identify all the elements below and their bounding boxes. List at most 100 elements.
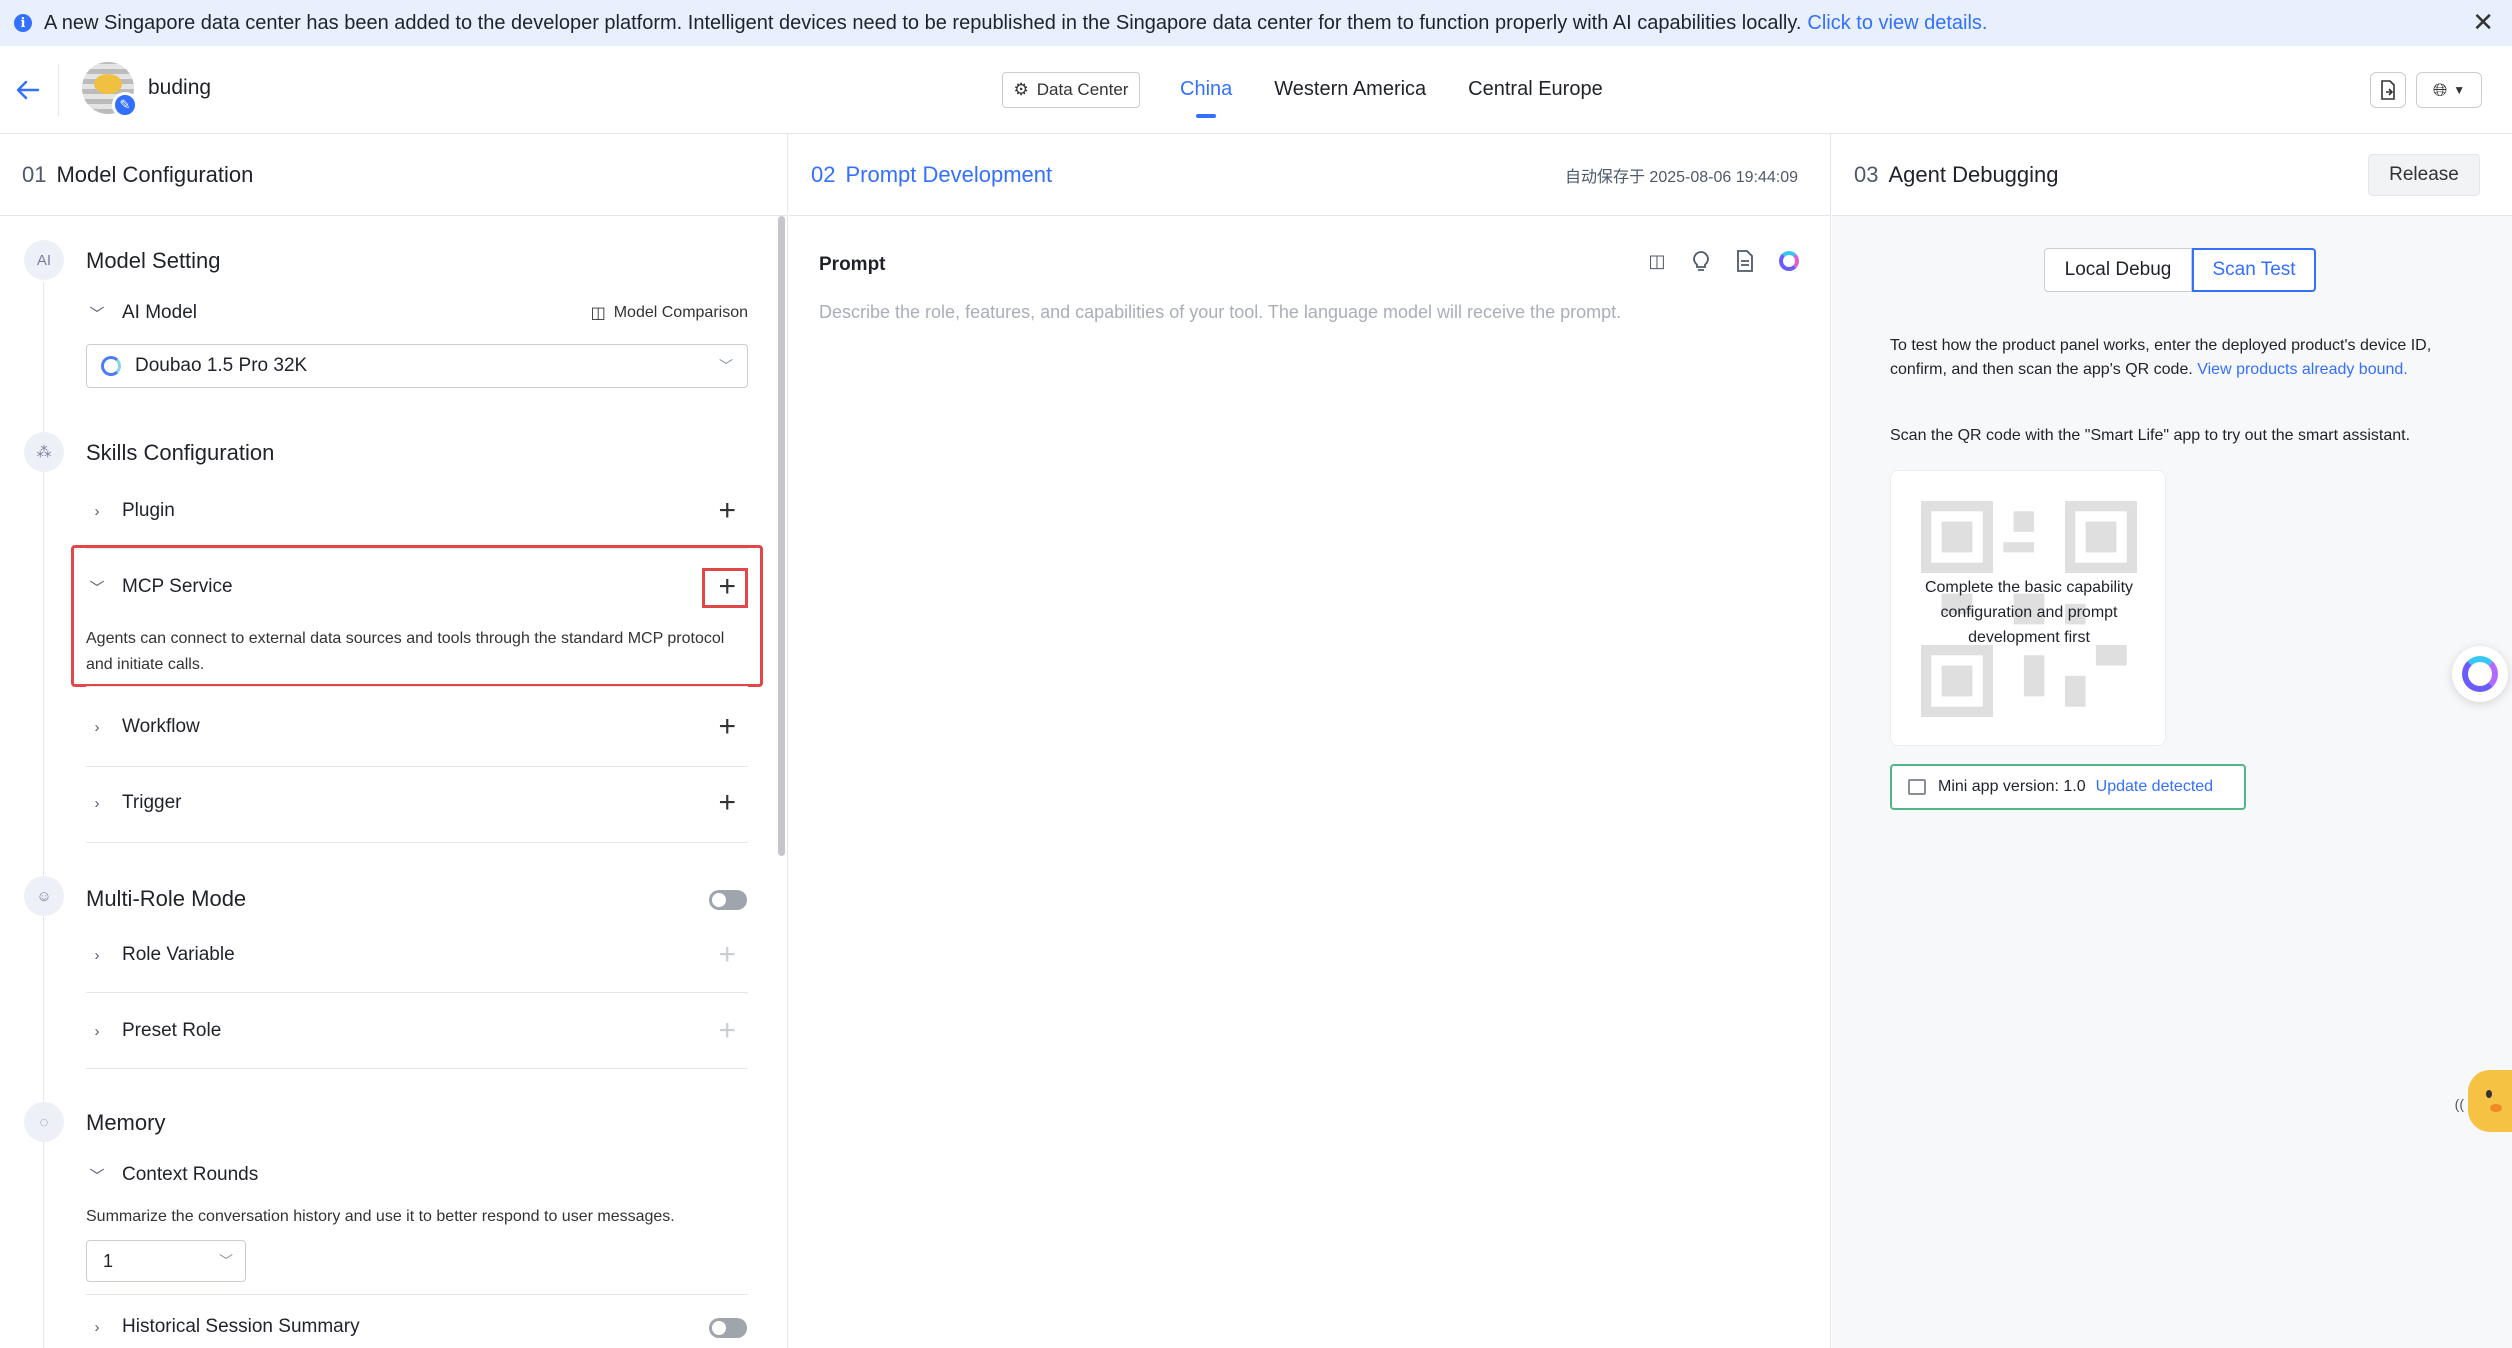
ai-model-row[interactable]: ﹀ AI Model ◫ Model Comparison (86, 276, 748, 350)
package-icon (1908, 779, 1926, 795)
language-selector[interactable]: 🌐︎ ▼ (2416, 72, 2482, 108)
section-title-model-setting: Model Setting (86, 248, 221, 273)
tab-central-europe[interactable]: Central Europe (1468, 46, 1603, 134)
step-number: 03 (1854, 161, 1879, 187)
agent-name: buding (148, 76, 212, 99)
mcp-highlight-box (71, 545, 763, 687)
roles-icon: ☺ (24, 876, 64, 916)
globe-icon: 🌐︎ (2432, 79, 2448, 100)
info-icon: i (14, 14, 32, 32)
chevron-right-icon: › (94, 718, 100, 736)
edit-icon[interactable]: ✎ (112, 92, 138, 118)
add-workflow-button[interactable]: + (718, 710, 736, 744)
plugin-row[interactable]: › Plugin + (86, 474, 748, 548)
preset-role-row[interactable]: › Preset Role + (86, 994, 748, 1068)
plugin-label: Plugin (122, 500, 175, 521)
divider (86, 686, 748, 687)
step-number: 02 (811, 161, 836, 187)
model-configuration-panel: 01 Model Configuration AI Model Setting … (0, 134, 788, 1348)
lightbulb-icon[interactable] (1690, 250, 1712, 272)
compare-icon: ◫ (590, 305, 606, 322)
preset-role-label: Preset Role (122, 1020, 222, 1041)
autosave-timestamp: 自动保存于 2025-08-06 19:44:09 (1564, 168, 1798, 186)
chevron-right-icon: › (94, 1318, 100, 1336)
role-variable-row[interactable]: › Role Variable + (86, 918, 748, 992)
document-icon[interactable] (1734, 250, 1756, 272)
chevron-down-icon: ﹀ (719, 358, 733, 374)
divider (86, 992, 748, 993)
data-center-label: Data Center (1036, 80, 1129, 99)
chevron-right-icon: › (94, 1022, 100, 1040)
section-title-skills: Skills Configuration (86, 440, 275, 465)
qr-code-card: Complete the basic capability configurat… (1890, 470, 2166, 746)
trigger-row[interactable]: › Trigger + (86, 766, 748, 840)
prompt-development-panel: 02 Prompt Development 自动保存于 2025-08-06 1… (789, 134, 1831, 1348)
mini-app-version: Mini app version: 1.0 (1938, 778, 2086, 795)
qr-instructions: Scan the QR code with the "Smart Life" a… (1890, 427, 2411, 444)
chevron-down-icon: ﹀ (89, 305, 105, 323)
multi-role-toggle[interactable] (709, 890, 747, 910)
release-button[interactable]: Release (2368, 154, 2480, 196)
mini-app-version-bar: Mini app version: 1.0 Update detected (1890, 764, 2246, 810)
historical-summary-toggle[interactable] (709, 1318, 747, 1338)
add-preset-role-button[interactable]: + (718, 1014, 736, 1048)
chevron-down-icon: ▼ (2453, 83, 2466, 97)
divider (86, 842, 748, 843)
memory-icon: ◌ (24, 1102, 64, 1142)
add-trigger-button[interactable]: + (718, 786, 736, 820)
data-center-button[interactable]: ⚙ Data Center (1002, 72, 1140, 108)
model-comparison-button[interactable]: ◫ Model Comparison (591, 303, 748, 323)
split-view-icon[interactable]: ◫ (1646, 250, 1668, 272)
view-bound-products-link[interactable]: View products already bound. (2197, 361, 2408, 378)
context-rounds-label: Context Rounds (122, 1164, 259, 1185)
floating-ai-assistant-button[interactable] (2452, 646, 2508, 702)
prompt-toolbar: ◫ (1646, 250, 1800, 272)
role-variable-label: Role Variable (122, 944, 235, 965)
mascot-helper-button[interactable] (2468, 1070, 2512, 1132)
selected-model: Doubao 1.5 Pro 32K (135, 355, 308, 376)
header-divider (58, 64, 59, 116)
tab-china[interactable]: China (1180, 46, 1232, 134)
scan-instructions: To test how the product panel works, ent… (1890, 334, 2470, 382)
model-select[interactable]: Doubao 1.5 Pro 32K ﹀ (86, 344, 748, 388)
panel-title: Agent Debugging (1888, 161, 2059, 187)
ai-model-label: AI Model (122, 302, 197, 323)
back-arrow-icon[interactable] (12, 74, 44, 106)
add-plugin-button[interactable]: + (718, 494, 736, 528)
scrollbar[interactable] (778, 216, 785, 856)
announcement-banner: i A new Singapore data center has been a… (0, 0, 2512, 46)
local-debug-tab[interactable]: Local Debug (2044, 248, 2192, 292)
agent-avatar[interactable]: ✎ (82, 62, 138, 118)
scan-test-tab[interactable]: Scan Test (2192, 248, 2316, 292)
panel-title: Prompt Development (845, 161, 1053, 187)
panel-header: 02 Prompt Development 自动保存于 2025-08-06 1… (789, 134, 1830, 216)
step-number: 01 (22, 161, 47, 187)
close-icon[interactable]: ✕ (2472, 8, 2494, 36)
prompt-label: Prompt (819, 254, 886, 275)
section-line (43, 1144, 44, 1348)
banner-details-link[interactable]: Click to view details. (1807, 12, 1987, 35)
add-role-variable-button[interactable]: + (718, 938, 736, 972)
update-detected-link[interactable]: Update detected (2096, 778, 2213, 796)
trigger-label: Trigger (122, 792, 182, 813)
chevron-right-icon: › (94, 502, 100, 520)
gear-icon: ⚙ (1013, 80, 1029, 99)
ai-icon: AI (24, 240, 64, 280)
historical-summary-label: Historical Session Summary (122, 1316, 360, 1337)
share-icon[interactable] (2370, 72, 2406, 108)
chevron-right-icon: › (94, 946, 100, 964)
panel-title: Model Configuration (56, 161, 254, 187)
workflow-label: Workflow (122, 716, 200, 737)
ai-assistant-icon[interactable] (1778, 250, 1800, 272)
tab-western-america[interactable]: Western America (1274, 46, 1426, 134)
historical-summary-row[interactable]: › Historical Session Summary (86, 1290, 748, 1348)
context-rounds-description: Summarize the conversation history and u… (86, 1208, 675, 1225)
prompt-input[interactable] (819, 302, 1799, 1302)
context-rounds-value: 1 (103, 1250, 114, 1271)
workflow-row[interactable]: › Workflow + (86, 690, 748, 764)
banner-message: A new Singapore data center has been add… (44, 11, 1802, 34)
debug-mode-switch: Local Debug Scan Test (2044, 248, 2316, 292)
context-rounds-select[interactable]: 1 ﹀ (86, 1240, 246, 1282)
context-rounds-row[interactable]: ﹀ Context Rounds (86, 1138, 748, 1212)
section-line (43, 474, 44, 994)
